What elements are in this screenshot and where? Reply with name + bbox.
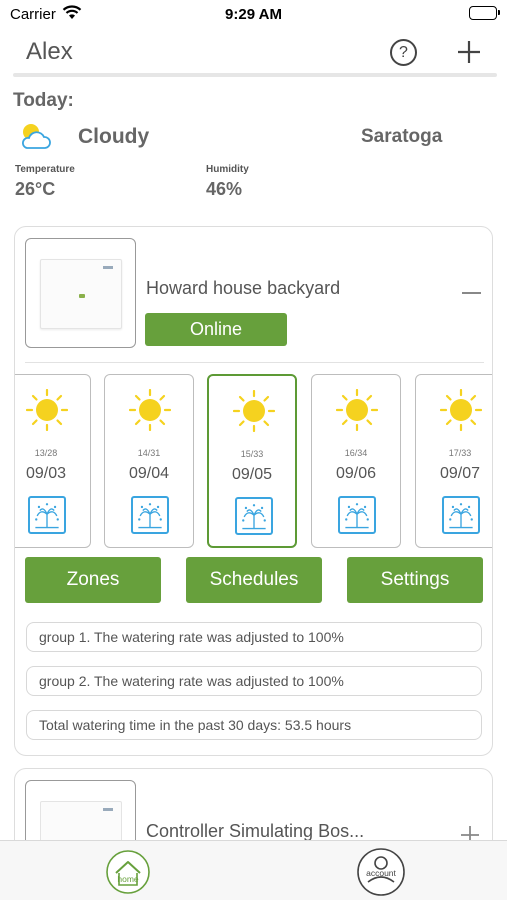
- humidity-label: Humidity: [206, 164, 249, 175]
- card-divider: [25, 362, 484, 363]
- forecast-date: 09/07: [439, 465, 481, 482]
- status-bar: Carrier 9:29 AM: [0, 0, 507, 30]
- cloudy-weather-icon: [22, 124, 51, 149]
- forecast-day-selected[interactable]: 15/33 09/05: [207, 374, 297, 548]
- temperature-label: Temperature: [15, 164, 75, 175]
- user-name-title: Alex: [26, 38, 73, 65]
- watering-icon: [442, 496, 480, 534]
- header-divider: [13, 73, 497, 77]
- device-card: Howard house backyard Online 13/28 09/03…: [14, 226, 493, 756]
- today-label: Today:: [13, 90, 74, 111]
- device-name[interactable]: Controller Simulating Bos...: [146, 821, 364, 842]
- watering-icon: [131, 496, 169, 534]
- zones-button[interactable]: Zones: [25, 557, 161, 603]
- device-name[interactable]: Howard house backyard: [146, 278, 340, 299]
- forecast-day[interactable]: 14/31 09/04: [104, 374, 194, 548]
- clock: 9:29 AM: [225, 6, 282, 23]
- tab-account-label: account: [366, 868, 396, 878]
- tab-account[interactable]: account: [355, 846, 407, 898]
- forecast-date: 09/06: [335, 465, 377, 482]
- sun-icon: [440, 389, 482, 431]
- forecast-day[interactable]: 16/34 09/06: [311, 374, 401, 548]
- collapse-icon[interactable]: [462, 292, 481, 294]
- weather-condition: Cloudy: [78, 125, 150, 148]
- forecast-day[interactable]: 13/28 09/03: [15, 374, 91, 548]
- forecast-temp-range: 13/28: [34, 448, 58, 458]
- device-image[interactable]: [25, 238, 136, 348]
- help-button[interactable]: ?: [390, 39, 417, 66]
- humidity-value: 46%: [206, 179, 243, 199]
- add-device-button[interactable]: [454, 37, 484, 67]
- sun-icon: [336, 389, 378, 431]
- sun-icon: [26, 389, 68, 431]
- app-header: Alex ?: [0, 30, 507, 76]
- activity-message: group 1. The watering rate was adjusted …: [26, 622, 482, 652]
- forecast-temp-range: 15/33: [240, 449, 264, 459]
- tab-home-label: home: [117, 874, 139, 884]
- forecast-date: 09/04: [128, 465, 170, 482]
- sun-icon: [129, 389, 171, 431]
- settings-button[interactable]: Settings: [347, 557, 483, 603]
- watering-icon: [28, 496, 66, 534]
- battery-icon: [469, 6, 500, 20]
- forecast-date: 09/05: [231, 466, 273, 483]
- device-status-badge: Online: [145, 313, 287, 346]
- city-name: Saratoga: [361, 126, 443, 147]
- forecast-temp-range: 16/34: [344, 448, 368, 458]
- activity-message: group 2. The watering rate was adjusted …: [26, 666, 482, 696]
- sun-icon: [233, 390, 275, 432]
- tab-bar: home account: [0, 840, 507, 900]
- forecast-day[interactable]: 17/33 09/07: [415, 374, 492, 548]
- forecast-temp-range: 14/31: [137, 448, 161, 458]
- forecast-date: 09/03: [25, 465, 67, 482]
- watering-icon: [338, 496, 376, 534]
- tab-home[interactable]: home: [103, 849, 153, 895]
- temperature-value: 26°C: [15, 179, 56, 199]
- schedules-button[interactable]: Schedules: [186, 557, 322, 603]
- watering-icon: [235, 497, 273, 535]
- activity-message: Total watering time in the past 30 days:…: [26, 710, 482, 740]
- forecast-temp-range: 17/33: [448, 448, 472, 458]
